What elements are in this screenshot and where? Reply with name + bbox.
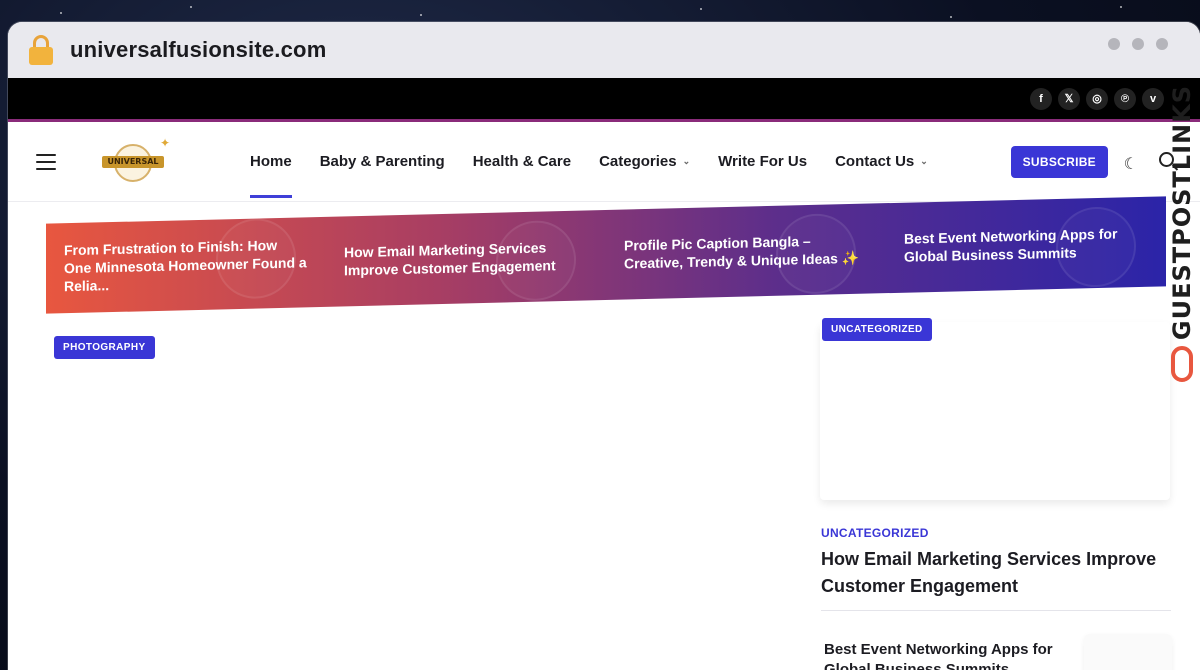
- nav-item-home[interactable]: Home: [250, 153, 292, 198]
- ticker-item[interactable]: Best Event Networking Apps for Global Bu…: [886, 206, 1166, 289]
- sidebar-post-thumbnail[interactable]: [1084, 634, 1172, 670]
- facebook-icon[interactable]: f: [1030, 87, 1052, 110]
- divider: [821, 610, 1171, 611]
- featured-ticker: From Frustration to Finish: How One Minn…: [46, 196, 1166, 314]
- sidebar-category-label[interactable]: UNCATEGORIZED: [821, 526, 929, 540]
- nav-label: Write For Us: [718, 153, 808, 170]
- ticker-item[interactable]: From Frustration to Finish: How One Minn…: [46, 217, 326, 300]
- subscribe-button[interactable]: SUBSCRIBE: [1010, 146, 1108, 178]
- sidebar-post-title[interactable]: How Email Marketing Services Improve Cus…: [821, 546, 1161, 600]
- sparkle-icon: ✦: [159, 135, 170, 150]
- nav-item-health-care[interactable]: Health & Care: [473, 153, 571, 170]
- category-badge-photography[interactable]: PHOTOGRAPHY: [54, 336, 155, 359]
- dark-mode-icon[interactable]: ☾: [1124, 154, 1138, 174]
- nav-item-contact-us[interactable]: Contact Us ⌄: [835, 153, 928, 170]
- nav-menu: Home Baby & Parenting Health & Care Cate…: [250, 153, 928, 198]
- browser-chrome: universalfusionsite.com: [8, 22, 1200, 78]
- nav-label: Health & Care: [472, 153, 572, 170]
- nav-label: Categories: [599, 153, 677, 170]
- link-icon: [1171, 346, 1193, 382]
- top-bar: f 𝕏 ◎ ℗ v: [8, 78, 1200, 122]
- chevron-down-icon: ⌄: [920, 156, 928, 166]
- nav-item-baby-parenting[interactable]: Baby & Parenting: [320, 153, 445, 170]
- category-badge-uncategorized[interactable]: UNCATEGORIZED: [822, 318, 932, 341]
- address-bar[interactable]: universalfusionsite.com: [70, 37, 326, 63]
- main-nav: UNIVERSAL ✦ Home Baby & Parenting Health…: [8, 122, 1200, 202]
- x-icon[interactable]: 𝕏: [1058, 87, 1080, 110]
- ticker-item[interactable]: Profile Pic Caption Bangla – Creative, T…: [606, 212, 886, 295]
- nav-label: Home: [250, 153, 292, 170]
- site-logo[interactable]: UNIVERSAL ✦: [100, 136, 170, 182]
- nav-item-write-for-us[interactable]: Write For Us: [718, 153, 807, 170]
- sidebar-feature-card[interactable]: [820, 322, 1170, 500]
- chevron-down-icon: ⌄: [682, 156, 691, 166]
- browser-window: universalfusionsite.com f 𝕏 ◎ ℗ v UNIVER…: [8, 22, 1200, 670]
- logo-text: UNIVERSAL: [102, 155, 164, 168]
- nav-label: Baby & Parenting: [319, 153, 445, 170]
- nav-item-categories[interactable]: Categories ⌄: [599, 153, 690, 170]
- sidebar-post-small-title[interactable]: Best Event Networking Apps for Global Bu…: [824, 640, 1054, 670]
- pinterest-icon[interactable]: ℗: [1114, 87, 1136, 110]
- window-dot[interactable]: [1156, 38, 1168, 50]
- window-controls: [1108, 38, 1168, 50]
- instagram-icon[interactable]: ◎: [1086, 87, 1108, 110]
- watermark: GUESTPOSTLINKS: [1164, 82, 1200, 382]
- hamburger-menu-icon[interactable]: [36, 153, 56, 170]
- vimeo-icon[interactable]: v: [1142, 87, 1164, 110]
- nav-label: Contact Us: [835, 153, 915, 170]
- ticker-item[interactable]: How Email Marketing Services Improve Cus…: [326, 219, 606, 302]
- watermark-text: GUESTPOSTLINKS: [1168, 84, 1196, 340]
- lock-icon: [28, 35, 54, 65]
- window-dot[interactable]: [1132, 38, 1144, 50]
- window-dot[interactable]: [1108, 38, 1120, 50]
